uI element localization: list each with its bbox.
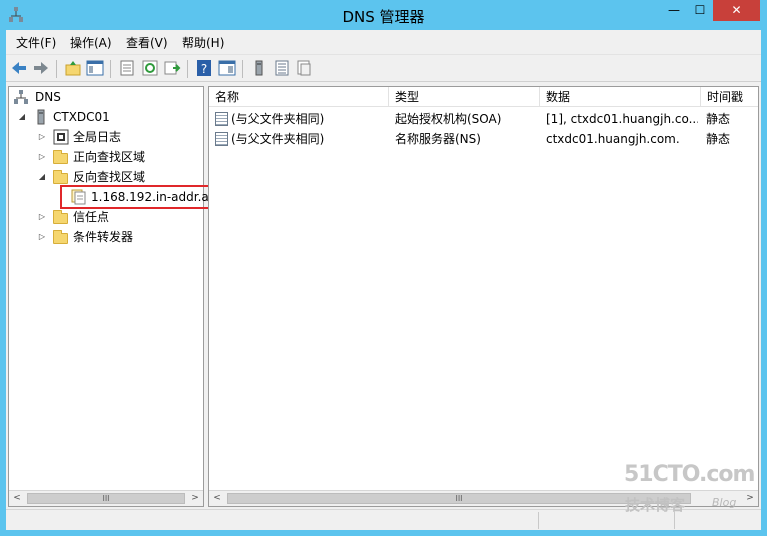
status-divider [538,512,539,529]
scroll-thumb[interactable]: III [227,493,691,504]
dns-icon [14,90,28,104]
watermark-subtitle: 技术博客 [625,496,686,514]
cell-timestamp: 静态 [706,112,731,126]
tree-label: 反向查找区域 [73,170,146,184]
show-action-pane-icon[interactable] [218,59,236,77]
collapsed-triangle-icon[interactable]: ▷ [37,147,47,167]
zone-file-icon[interactable] [295,59,313,77]
up-folder-icon[interactable] [64,59,82,77]
column-header-name[interactable]: 名称 [209,87,389,107]
forward-arrow-icon[interactable] [32,59,50,77]
toolbar-separator [187,60,188,78]
title-bar[interactable]: DNS 管理器 — ☐ ✕ [0,0,767,30]
folder-icon [53,149,69,165]
expanded-triangle-icon[interactable]: ◢ [17,107,27,127]
tree-item-reverse-zones[interactable]: ◢ 反向查找区域 [37,167,197,187]
list-header: 名称 类型 数据 时间戳 [209,87,758,107]
cell-data: ctxdc01.huangjh.com. [546,132,680,146]
collapsed-triangle-icon[interactable]: ▷ [37,127,47,147]
svg-text:?: ? [201,62,207,76]
tree-label: DNS [35,90,61,104]
toolbar-separator [242,60,243,78]
records-list-pane[interactable]: 名称 类型 数据 时间戳 (与父文件夹相同) 起始授权机构(SOA) [1], … [208,86,759,507]
highlight-annotation [60,185,227,209]
export-list-icon[interactable] [163,59,181,77]
cell-type: 起始授权机构(SOA) [395,112,502,126]
cell-type: 名称服务器(NS) [395,132,481,146]
tree-item-server[interactable]: ◢ CTXDC01 [17,107,197,127]
column-header-timestamp[interactable]: 时间戳 [701,87,758,107]
column-header-data[interactable]: 数据 [540,87,701,107]
menu-action[interactable]: 操作(A) [70,34,112,51]
tree-horizontal-scrollbar[interactable]: < III > [9,490,203,506]
tree-label: 正向查找区域 [73,150,146,164]
scroll-right-arrow-icon[interactable]: > [187,491,203,506]
record-icon [215,132,228,146]
menu-file[interactable]: 文件(F) [16,34,56,51]
back-arrow-icon[interactable] [10,59,28,77]
tree-item-dns[interactable]: DNS [13,87,193,107]
watermark-blog: Blog [712,496,737,509]
table-row[interactable]: (与父文件夹相同) 名称服务器(NS) ctxdc01.huangjh.com.… [209,129,758,149]
tree-item-trust-points[interactable]: ▷ 信任点 [37,207,197,227]
folder-icon [53,229,69,245]
menu-help[interactable]: 帮助(H) [182,34,224,51]
properties-icon[interactable] [118,59,136,77]
show-tree-icon[interactable] [86,59,104,77]
cell-timestamp: 静态 [706,132,731,146]
tree-label: 信任点 [73,210,110,224]
cell-name: (与父文件夹相同) [231,132,325,146]
cell-data: [1], ctxdc01.huangjh.co... [546,112,698,126]
menu-bar: 文件(F) 操作(A) 查看(V) 帮助(H) [6,32,761,52]
folder-icon [53,169,69,185]
tree-label: CTXDC01 [53,110,110,124]
toolbar-separator [110,60,111,78]
maximize-button[interactable]: ☐ [687,0,713,21]
table-row[interactable]: (与父文件夹相同) 起始授权机构(SOA) [1], ctxdc01.huang… [209,109,758,129]
scroll-thumb[interactable]: III [27,493,185,504]
record-icon [215,112,228,126]
menu-view[interactable]: 查看(V) [126,34,168,51]
column-header-type[interactable]: 类型 [389,87,540,107]
server-icon[interactable] [250,59,268,77]
scroll-left-arrow-icon[interactable]: < [9,491,25,506]
toolbar-separator [56,60,57,78]
console-tree-pane[interactable]: DNS ◢ CTXDC01 ▷ 全局日志 ▷ 正向查找区域 ◢ 反向查找区域 1… [8,86,227,507]
collapsed-triangle-icon[interactable]: ▷ [37,207,47,227]
refresh-icon[interactable] [141,59,159,77]
expanded-triangle-icon[interactable]: ◢ [37,167,47,187]
watermark-logo: 51CTO.com [624,462,755,487]
scroll-left-arrow-icon[interactable]: < [209,491,225,506]
window-client: 文件(F) 操作(A) 查看(V) 帮助(H) ? DNS ◢ CTXDC01 … [6,30,761,530]
minimize-button[interactable]: — [661,0,687,21]
log-icon [53,129,69,145]
cell-name: (与父文件夹相同) [231,112,325,126]
help-icon[interactable]: ? [195,59,213,77]
tree-item-global-logs[interactable]: ▷ 全局日志 [37,127,197,147]
scroll-right-arrow-icon[interactable]: > [742,491,758,506]
folder-icon [53,209,69,225]
tree-item-forward-zones[interactable]: ▷ 正向查找区域 [37,147,197,167]
server-icon [37,109,45,125]
close-button[interactable]: ✕ [713,0,760,21]
record-list-icon[interactable] [273,59,291,77]
tree-label: 条件转发器 [73,230,134,244]
window-title: DNS 管理器 [342,8,425,26]
tree-item-conditional-forwarders[interactable]: ▷ 条件转发器 [37,227,197,247]
collapsed-triangle-icon[interactable]: ▷ [37,227,47,247]
tree-label: 全局日志 [73,130,122,144]
toolbar: ? [6,54,761,82]
